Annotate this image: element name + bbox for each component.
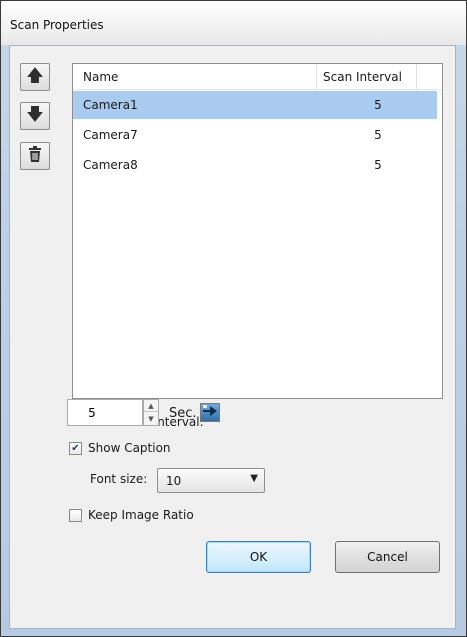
ok-button[interactable]: OK [206, 541, 311, 573]
list-row[interactable]: Camera1 5 [73, 91, 437, 119]
apply-to-all-icon [202, 404, 218, 421]
keep-image-ratio-label[interactable]: Keep Image Ratio [88, 508, 194, 522]
list-row[interactable]: Camera8 5 [73, 151, 437, 179]
list-row[interactable]: Camera7 5 [73, 121, 437, 149]
chevron-down-icon: ▼ [148, 415, 154, 423]
row-name: Camera7 [83, 128, 138, 142]
font-size-value: 10 [166, 474, 182, 488]
show-caption-label[interactable]: Show Caption [88, 441, 171, 455]
title-bar[interactable]: Scan Properties [1, 1, 466, 45]
dialog-title: Scan Properties [10, 18, 104, 32]
keep-image-ratio-checkbox[interactable] [69, 509, 82, 522]
interval-spinner: ▲ ▼ [143, 399, 159, 426]
trash-icon [28, 145, 42, 167]
cancel-button[interactable]: Cancel [335, 541, 440, 573]
spin-up-button[interactable]: ▲ [144, 400, 158, 412]
seconds-unit-label: Sec. [169, 406, 197, 421]
move-down-button[interactable]: 🡇 [20, 102, 50, 130]
show-caption-checkbox[interactable]: ✔ [69, 442, 82, 455]
chevron-up-icon: ▲ [148, 401, 154, 410]
row-name: Camera8 [83, 158, 138, 172]
apply-to-all-button[interactable] [200, 403, 220, 422]
camera-list[interactable]: Name Scan Interval Camera1 5 Camera7 5 C… [72, 63, 443, 399]
arrow-up-icon: 🡅 [26, 65, 44, 86]
delete-button[interactable] [20, 142, 50, 170]
list-header: Name Scan Interval [73, 64, 442, 90]
spin-down-button[interactable]: ▼ [144, 413, 158, 425]
row-interval: 5 [374, 158, 382, 172]
checkmark-icon: ✔ [71, 442, 80, 454]
font-size-select[interactable]: 10 ▼ [157, 468, 265, 493]
row-interval: 5 [374, 128, 382, 142]
dropdown-arrow-icon: ▼ [250, 473, 258, 484]
row-name: Camera1 [83, 98, 138, 112]
column-divider [316, 64, 317, 90]
default-interval-input[interactable] [67, 399, 143, 426]
font-size-label: Font size: [90, 472, 148, 486]
arrow-down-icon: 🡇 [26, 104, 44, 125]
column-header-name[interactable]: Name [83, 70, 118, 84]
row-interval: 5 [374, 98, 382, 112]
scan-properties-dialog: Scan Properties 🡅 🡇 Name Scan Interval C… [0, 0, 467, 637]
column-header-scan-interval[interactable]: Scan Interval [323, 70, 402, 84]
move-up-button[interactable]: 🡅 [20, 63, 50, 91]
column-divider [416, 64, 417, 90]
